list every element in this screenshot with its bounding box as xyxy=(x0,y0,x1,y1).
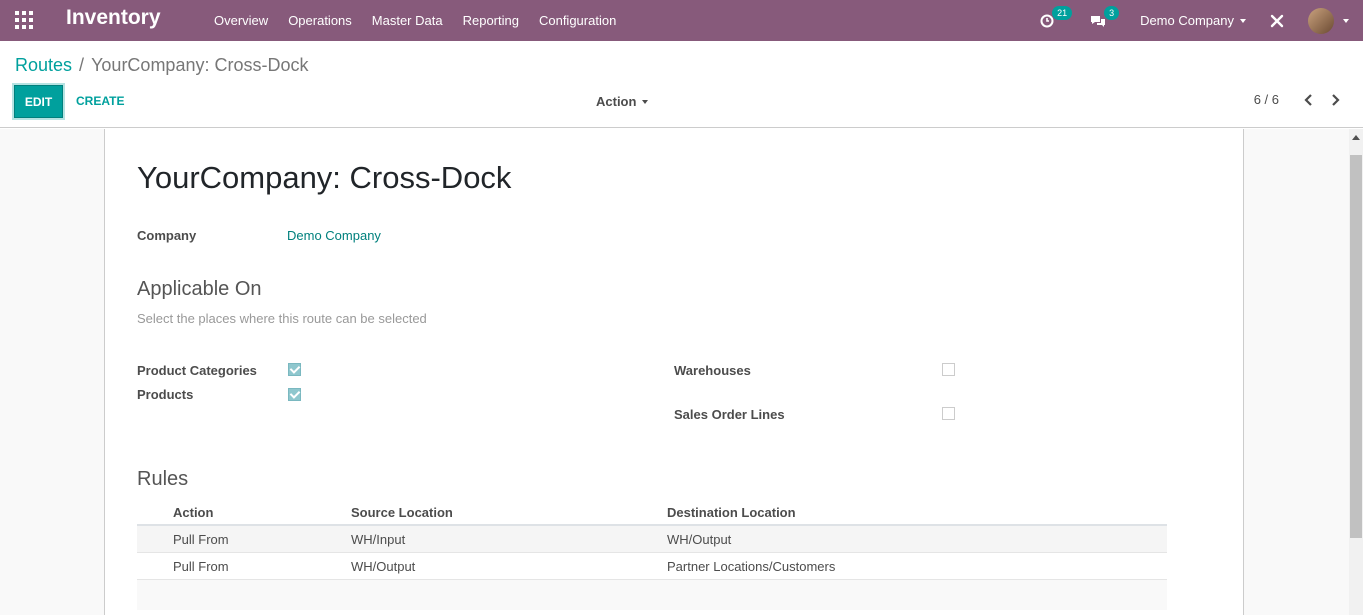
chevron-down-icon xyxy=(1343,18,1349,23)
vertical-scrollbar[interactable] xyxy=(1349,129,1363,615)
form-view: YourCompany: Cross-Dock Company Demo Com… xyxy=(0,129,1349,615)
applicable-on-help: Select the places where this route can b… xyxy=(137,311,427,326)
warehouses-checkbox[interactable] xyxy=(942,363,955,376)
table-row[interactable]: Pull From WH/Input WH/Output xyxy=(137,526,1167,553)
pager: 6 / 6 xyxy=(1254,92,1343,107)
pager-next-button[interactable] xyxy=(1329,93,1343,107)
column-destination-location[interactable]: Destination Location xyxy=(667,499,1167,524)
create-button[interactable]: CREATE xyxy=(76,94,124,108)
rules-table: Action Source Location Destination Locat… xyxy=(137,499,1167,610)
rule-source: WH/Input xyxy=(351,532,406,547)
company-label: Company xyxy=(137,228,197,243)
top-navbar: Inventory Overview Operations Master Dat… xyxy=(0,0,1363,41)
action-dropdown[interactable]: Action xyxy=(596,94,649,109)
menu-operations[interactable]: Operations xyxy=(278,13,362,28)
rule-destination: Partner Locations/Customers xyxy=(667,559,836,574)
scroll-up-icon[interactable] xyxy=(1352,135,1360,140)
menu-overview[interactable]: Overview xyxy=(204,13,278,28)
breadcrumb-routes[interactable]: Routes xyxy=(15,55,72,76)
company-name: Demo Company xyxy=(1140,13,1234,28)
breadcrumb: Routes / YourCompany: Cross-Dock xyxy=(15,55,308,76)
systray: 21 3 Demo Company xyxy=(1040,0,1363,41)
column-action[interactable]: Action xyxy=(137,499,351,524)
company-switcher[interactable]: Demo Company xyxy=(1140,13,1246,28)
form-sheet: YourCompany: Cross-Dock Company Demo Com… xyxy=(104,129,1244,615)
scrollbar-thumb[interactable] xyxy=(1350,155,1362,538)
control-panel: Routes / YourCompany: Cross-Dock EDIT CR… xyxy=(0,41,1363,128)
chevron-down-icon xyxy=(1240,18,1246,23)
breadcrumb-current: YourCompany: Cross-Dock xyxy=(91,55,309,75)
messages-badge: 3 xyxy=(1104,5,1120,20)
menu-reporting[interactable]: Reporting xyxy=(453,13,529,28)
tools-icon xyxy=(1270,14,1284,27)
chevron-left-icon xyxy=(1304,93,1312,106)
main-menu: Overview Operations Master Data Reportin… xyxy=(204,0,626,41)
table-empty-row xyxy=(137,580,1167,610)
edit-button[interactable]: EDIT xyxy=(14,85,63,118)
app-name[interactable]: Inventory xyxy=(66,6,161,30)
warehouses-label: Warehouses xyxy=(674,363,751,378)
product-categories-checkbox[interactable] xyxy=(288,363,301,376)
products-label: Products xyxy=(137,387,194,402)
table-header: Action Source Location Destination Locat… xyxy=(137,499,1167,526)
record-title: YourCompany: Cross-Dock xyxy=(137,160,512,195)
applicable-on-heading: Applicable On xyxy=(137,278,262,300)
rule-source: WH/Output xyxy=(351,559,416,574)
menu-configuration[interactable]: Configuration xyxy=(529,13,626,28)
pager-previous-button[interactable] xyxy=(1301,93,1315,107)
activity-badge: 21 xyxy=(1052,5,1073,20)
company-value[interactable]: Demo Company xyxy=(287,228,381,243)
chevron-down-icon xyxy=(642,99,649,104)
chevron-right-icon xyxy=(1332,93,1340,106)
column-source-location[interactable]: Source Location xyxy=(351,499,667,524)
table-row[interactable]: Pull From WH/Output Partner Locations/Cu… xyxy=(137,553,1167,580)
sales-order-lines-label: Sales Order Lines xyxy=(674,407,785,422)
rule-action: Pull From xyxy=(173,559,229,574)
pager-value[interactable]: 6 / 6 xyxy=(1254,92,1279,107)
apps-menu-icon[interactable] xyxy=(15,11,33,29)
breadcrumb-separator: / xyxy=(79,55,85,75)
rule-destination: WH/Output xyxy=(667,532,732,547)
rule-action: Pull From xyxy=(173,532,229,547)
rules-heading: Rules xyxy=(137,468,189,490)
products-checkbox[interactable] xyxy=(288,388,301,401)
sales-order-lines-checkbox[interactable] xyxy=(942,407,955,420)
action-label: Action xyxy=(596,94,637,109)
menu-master-data[interactable]: Master Data xyxy=(362,13,453,28)
user-menu[interactable] xyxy=(1308,7,1349,34)
activity-menu[interactable]: 21 xyxy=(1040,5,1073,28)
debug-tools[interactable] xyxy=(1270,14,1284,28)
avatar xyxy=(1308,7,1334,34)
messaging-menu[interactable]: 3 xyxy=(1090,5,1120,28)
product-categories-label: Product Categories xyxy=(137,363,257,378)
